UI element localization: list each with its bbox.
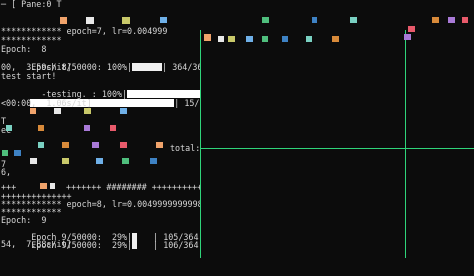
glyph-block bbox=[86, 17, 94, 24]
glyph-block bbox=[262, 17, 269, 23]
glyph-block bbox=[350, 17, 357, 23]
progress-epoch9-b-bar bbox=[132, 241, 138, 249]
glyph-block bbox=[120, 108, 127, 114]
glyph-block bbox=[156, 142, 163, 148]
left-pane[interactable]: ─ [ Pane:0 T ************ epoch=7, lr=0.… bbox=[0, 0, 200, 258]
glyph-block bbox=[404, 34, 411, 40]
glyph-block bbox=[160, 17, 167, 23]
log-line-6: 6, bbox=[1, 167, 12, 177]
glyph-block bbox=[54, 108, 61, 114]
tmux-status-bar bbox=[0, 258, 474, 276]
glyph-block bbox=[84, 108, 91, 114]
glyph-block bbox=[332, 36, 339, 42]
glyph-block bbox=[96, 158, 103, 164]
glyph-block bbox=[40, 183, 47, 189]
glyph-block bbox=[62, 158, 69, 164]
glyph-block bbox=[62, 142, 69, 148]
pane-title: ─ [ Pane:0 T bbox=[1, 0, 62, 9]
progress-epoch9-b-tail: | 106/364 [10:46<33: bbox=[153, 240, 199, 250]
pane-divider-horizontal[interactable] bbox=[200, 148, 474, 149]
glyph-block bbox=[38, 142, 44, 148]
glyph-block bbox=[448, 17, 455, 23]
glyph-block bbox=[30, 108, 36, 114]
log-line-rate9: 54, 7.88s/it] bbox=[1, 239, 72, 249]
glyph-block bbox=[2, 150, 8, 156]
pane-divider-left[interactable] bbox=[200, 30, 201, 258]
glyph-block bbox=[462, 17, 468, 23]
glyph-block bbox=[408, 26, 415, 32]
glyph-block bbox=[30, 158, 37, 164]
glyph-block bbox=[150, 158, 157, 164]
glyph-block bbox=[262, 36, 268, 42]
glyph-block bbox=[50, 183, 55, 189]
glyph-block bbox=[312, 17, 317, 23]
progress-epoch8-bar bbox=[132, 63, 163, 71]
glyph-block bbox=[60, 17, 67, 24]
log-line-plus-hash: +++++++ ######## +++++++++++++ bbox=[66, 182, 200, 192]
glyph-block bbox=[246, 36, 253, 42]
glyph-block bbox=[84, 125, 90, 131]
glyph-block bbox=[6, 125, 12, 131]
progress-testing-tail: | 15/15 [00:15 bbox=[174, 98, 200, 108]
terminal-window[interactable]: ─ [ Pane:0 T ************ epoch=7, lr=0.… bbox=[0, 0, 474, 276]
glyph-block bbox=[282, 36, 288, 42]
log-line-test-start: test start! bbox=[1, 71, 57, 81]
glyph-block bbox=[38, 125, 44, 131]
glyph-block bbox=[204, 34, 211, 41]
log-line-rate-test: <00:00, 1.06s/it] bbox=[1, 98, 92, 108]
glyph-block bbox=[122, 158, 129, 164]
progress-epoch8-tail: | 364/364 [21:45<00: bbox=[162, 62, 200, 72]
glyph-block bbox=[432, 17, 439, 23]
glyph-block bbox=[228, 36, 235, 42]
glyph-block bbox=[110, 125, 116, 131]
progress-testing: -testing. : 100%| bbox=[1, 81, 200, 99]
log-line-epoch8-header: Epoch: 8 bbox=[1, 44, 47, 54]
glyph-block bbox=[14, 150, 21, 156]
pane-divider-right[interactable] bbox=[405, 30, 406, 258]
glyph-block bbox=[218, 36, 224, 42]
log-line-total: total: bbox=[170, 143, 200, 153]
glyph-block bbox=[120, 142, 127, 148]
glyph-block bbox=[122, 17, 130, 24]
glyph-block bbox=[306, 36, 312, 42]
glyph-block bbox=[92, 142, 99, 148]
